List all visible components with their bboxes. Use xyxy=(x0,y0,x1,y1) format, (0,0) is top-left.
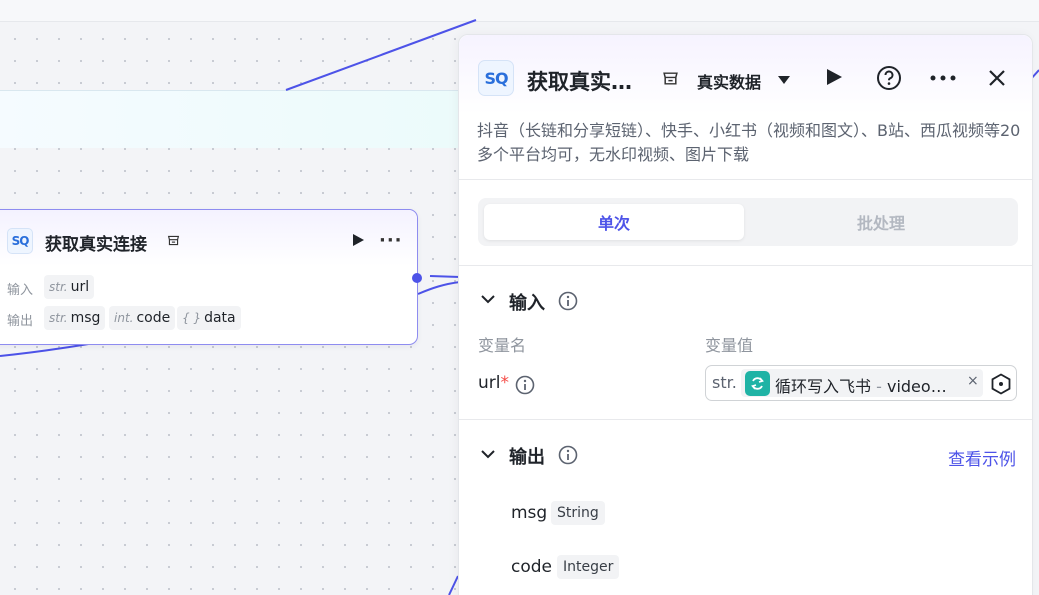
tab-single[interactable]: 单次 xyxy=(484,204,744,240)
info-icon[interactable] xyxy=(558,291,578,311)
chevron-down-icon[interactable] xyxy=(778,76,790,84)
run-mode-tabs: 单次 批处理 xyxy=(478,198,1018,246)
view-example-link[interactable]: 查看示例 xyxy=(948,445,1016,470)
output-field-type: Integer xyxy=(557,555,620,579)
input-section-title: 输入 xyxy=(509,293,545,314)
output-chip-data: { } data xyxy=(177,306,241,330)
value-type-label: str. xyxy=(712,373,737,392)
output-section-title: 输出 xyxy=(509,447,545,468)
input-param-chip: str. url xyxy=(44,275,95,299)
divider xyxy=(459,419,1032,420)
chevron-down-icon[interactable] xyxy=(481,449,495,459)
output-field-type: String xyxy=(551,501,605,525)
hexagon-icon[interactable] xyxy=(990,373,1012,395)
variable-value-input[interactable]: str. 循环写入飞书 - video… × xyxy=(705,365,1017,401)
output-chip-msg: str. msg xyxy=(44,306,106,330)
node-detail-panel: SQ 获取真实… 真实数据 抖音（长链和分享短链）、快手、小红书（视频和图文）、… xyxy=(458,34,1033,595)
output-field-name: code xyxy=(511,557,552,577)
more-icon[interactable] xyxy=(930,75,956,81)
panel-description: 抖音（长链和分享短链）、快手、小红书（视频和图文）、B站、西瓜视频等20多个平台… xyxy=(477,121,1021,164)
tab-batch[interactable]: 批处理 xyxy=(750,204,1012,240)
column-variable-value: 变量值 xyxy=(705,336,754,355)
variable-url: url* xyxy=(478,373,509,393)
node-title: 获取真实连接 xyxy=(45,235,147,255)
column-variable-name: 变量名 xyxy=(478,336,527,355)
chevron-down-icon[interactable] xyxy=(481,294,495,304)
input-label: 输入 xyxy=(7,283,34,298)
output-chip-code: int. code xyxy=(109,306,176,330)
close-icon[interactable] xyxy=(988,69,1006,87)
source-select[interactable]: 真实数据 xyxy=(697,69,761,93)
more-icon[interactable]: ··· xyxy=(379,230,403,251)
store-icon xyxy=(663,72,678,85)
node-logo: SQ xyxy=(7,228,33,254)
variable-reference-tag[interactable]: 循环写入飞书 - video… × xyxy=(741,369,983,397)
node-output-port[interactable] xyxy=(412,273,422,283)
loop-icon xyxy=(745,371,770,396)
divider xyxy=(459,265,1032,266)
play-icon[interactable] xyxy=(825,68,843,86)
panel-logo: SQ xyxy=(478,60,514,96)
reference-text: 循环写入飞书 - video… xyxy=(775,377,947,396)
panel-title: 获取真实… xyxy=(527,70,632,94)
output-field-name: msg xyxy=(511,503,548,523)
help-icon[interactable] xyxy=(876,65,902,91)
store-icon xyxy=(167,235,180,246)
play-icon[interactable] xyxy=(351,233,365,247)
workflow-node[interactable]: SQ 获取真实连接 ··· 输入 str. url 输出 str. msg int.… xyxy=(0,209,418,345)
output-label: 输出 xyxy=(7,314,34,329)
info-icon[interactable] xyxy=(558,445,578,465)
remove-reference-icon[interactable]: × xyxy=(967,373,979,389)
info-icon[interactable] xyxy=(515,375,535,395)
